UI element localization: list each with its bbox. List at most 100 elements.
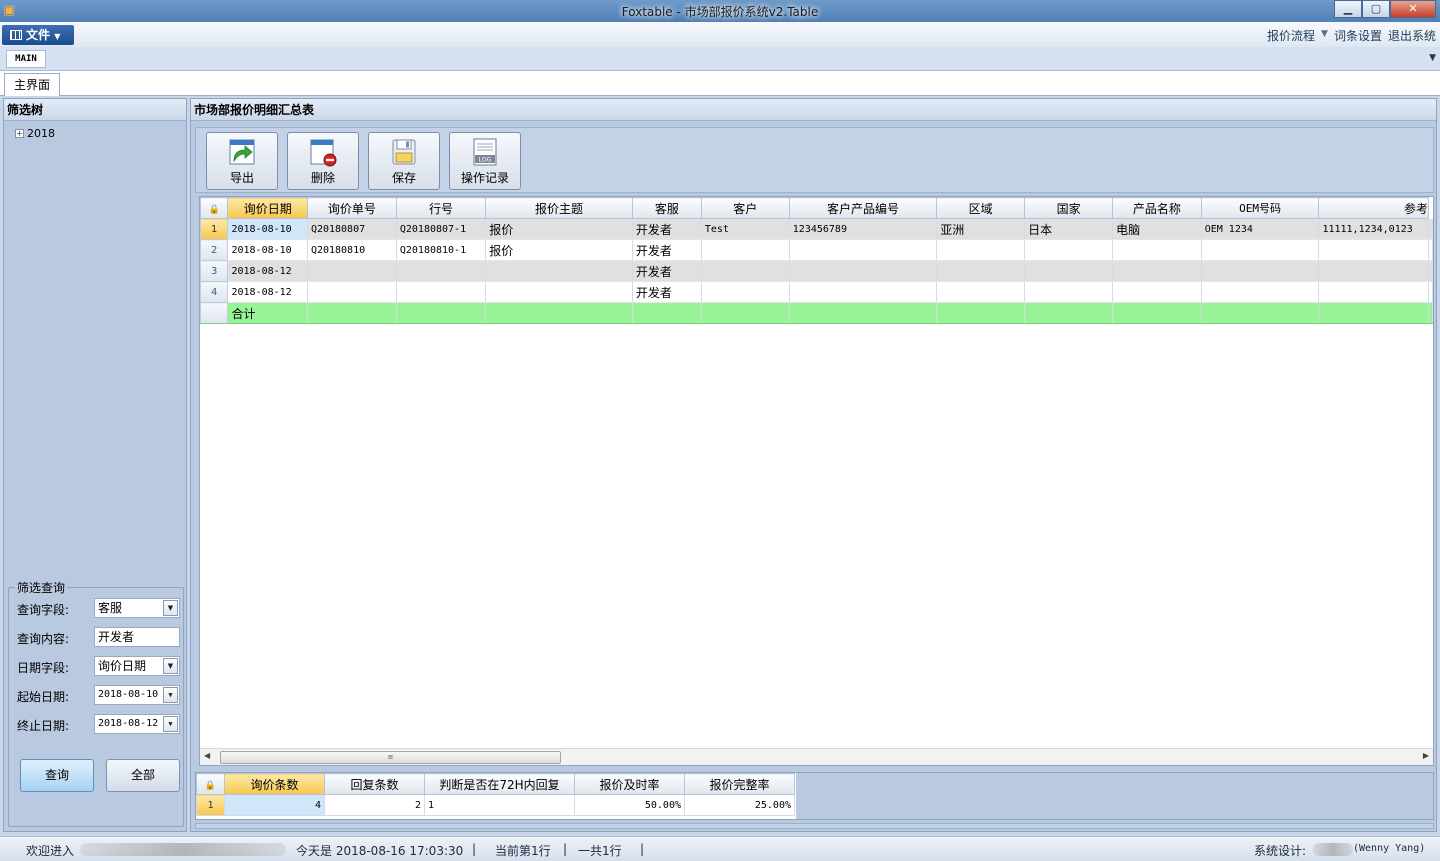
table-cell[interactable]: 开发者 <box>632 218 702 240</box>
column-header[interactable]: 参考 <box>1318 197 1429 219</box>
summary-column-header[interactable]: 报价完整率 <box>684 773 795 795</box>
table-cell[interactable] <box>1024 260 1114 282</box>
table-cell[interactable]: 123456789 <box>789 218 938 240</box>
column-header[interactable]: OEM号码 <box>1200 197 1320 219</box>
dropdown-arrow-icon[interactable]: ▼ <box>163 658 178 674</box>
quote-detail-grid[interactable]: 🔒 询价日期 询价单号 行号 报价主题 客服 客户 客户产品编号 区域 国家 产… <box>199 196 1434 766</box>
table-cell[interactable]: Q20180810 <box>307 239 397 261</box>
exit-system-link[interactable]: 退出系统 <box>1388 27 1436 44</box>
summary-column-header[interactable]: 询价条数 <box>224 773 325 795</box>
dropdown-arrow-icon[interactable]: ▼ <box>163 716 178 732</box>
table-cell[interactable] <box>701 239 790 261</box>
table-cell[interactable]: Test <box>701 218 790 240</box>
table-cell[interactable] <box>701 281 790 303</box>
date-field-select[interactable]: 询价日期 ▼ <box>94 656 180 676</box>
summary-grid[interactable]: 🔒 询价条数 回复条数 判断是否在72H内回复 报价及时率 报价完整率 1 4 … <box>195 772 1434 820</box>
maximize-button[interactable]: ▢ <box>1362 0 1390 18</box>
table-cell[interactable] <box>1112 239 1202 261</box>
column-header[interactable]: 产品名称 <box>1112 197 1202 219</box>
table-cell[interactable] <box>1318 281 1429 303</box>
lock-corner-icon[interactable]: 🔒 <box>196 773 225 795</box>
chevron-down-icon[interactable]: ▼ <box>1429 53 1436 63</box>
row-number[interactable]: 2 <box>200 239 229 261</box>
table-row[interactable]: 3 2018-08-12 开发者 <box>200 260 1433 282</box>
table-cell[interactable]: 2018-08-10 <box>227 218 308 240</box>
table-cell[interactable] <box>1318 260 1429 282</box>
table-cell[interactable]: 日本 <box>1024 218 1114 240</box>
scroll-left-icon[interactable]: ◀ <box>204 751 210 760</box>
query-button[interactable]: 查询 <box>20 759 94 792</box>
table-cell[interactable] <box>485 260 633 282</box>
chevron-down-icon[interactable]: ▼ <box>1321 27 1328 44</box>
quote-completeness-cell[interactable]: 25.00% <box>684 794 795 816</box>
show-all-button[interactable]: 全部 <box>106 759 180 792</box>
table-cell[interactable] <box>936 260 1026 282</box>
table-cell[interactable]: 11111,1234,0123 <box>1318 218 1429 240</box>
table-cell[interactable] <box>936 239 1026 261</box>
table-cell[interactable]: 2018-08-10 <box>227 239 308 261</box>
table-cell[interactable] <box>396 281 487 303</box>
minimize-button[interactable]: ▁ <box>1334 0 1362 18</box>
operation-log-button[interactable]: LOG 操作记录 <box>449 132 521 190</box>
table-row[interactable]: 4 2018-08-12 开发者 <box>200 281 1433 303</box>
table-row[interactable]: 2 2018-08-10 Q20180810 Q20180810-1 报价 开发者 <box>200 239 1433 261</box>
start-date-picker[interactable]: 2018-08-10 ▼ <box>94 685 180 705</box>
table-cell[interactable] <box>307 260 397 282</box>
table-cell[interactable] <box>789 260 938 282</box>
quote-flow-link[interactable]: 报价流程 <box>1267 27 1315 44</box>
dropdown-arrow-icon[interactable]: ▼ <box>163 687 178 703</box>
table-cell[interactable] <box>936 281 1026 303</box>
column-header[interactable]: 询价单号 <box>306 197 397 219</box>
close-button[interactable]: ✕ <box>1390 0 1436 18</box>
summary-column-header[interactable]: 判断是否在72H内回复 <box>424 773 575 795</box>
table-cell[interactable]: 报价 <box>485 239 633 261</box>
table-cell[interactable]: Q20180807 <box>307 218 397 240</box>
table-cell[interactable] <box>1201 281 1320 303</box>
row-number[interactable]: 3 <box>200 260 229 282</box>
scrollbar-thumb[interactable]: ≡ <box>220 751 561 764</box>
tab-main-interface[interactable]: 主界面 <box>4 73 60 96</box>
column-header[interactable]: 客户产品编号 <box>788 197 938 219</box>
table-cell[interactable] <box>1112 260 1202 282</box>
column-header[interactable]: 国家 <box>1024 197 1114 219</box>
table-cell[interactable]: 开发者 <box>632 281 702 303</box>
end-date-picker[interactable]: 2018-08-12 ▼ <box>94 714 180 734</box>
query-content-input[interactable]: 开发者 <box>94 627 180 647</box>
table-cell[interactable]: 报价 <box>485 218 633 240</box>
table-cell[interactable]: 开发者 <box>632 260 702 282</box>
table-cell[interactable]: Q20180810-1 <box>396 239 487 261</box>
tree-node-2018[interactable]: + 2018 <box>15 127 55 140</box>
summary-column-header[interactable]: 回复条数 <box>324 773 425 795</box>
column-header[interactable]: 客户 <box>700 197 790 219</box>
table-cell[interactable] <box>789 239 938 261</box>
column-header[interactable]: 客服 <box>631 197 702 219</box>
table-cell[interactable] <box>396 260 487 282</box>
term-settings-link[interactable]: 词条设置 <box>1334 27 1382 44</box>
reply-within-72h-cell[interactable]: 1 <box>424 794 575 816</box>
column-header[interactable]: 区域 <box>936 197 1026 219</box>
table-cell[interactable]: 开发者 <box>632 239 702 261</box>
table-cell[interactable] <box>1112 281 1202 303</box>
table-row[interactable]: 1 2018-08-10 Q20180807 Q20180807-1 报价 开发者 Test… <box>200 218 1433 240</box>
quote-timeliness-cell[interactable]: 50.00% <box>574 794 685 816</box>
table-cell[interactable] <box>307 281 397 303</box>
column-header[interactable]: 询价日期 <box>227 197 308 219</box>
reply-count-cell[interactable]: 2 <box>324 794 425 816</box>
table-cell[interactable] <box>701 260 790 282</box>
total-row[interactable]: 合计 <box>200 302 1433 324</box>
row-number[interactable]: 1 <box>196 794 225 816</box>
table-cell[interactable] <box>1024 239 1114 261</box>
dropdown-arrow-icon[interactable]: ▼ <box>163 600 178 616</box>
column-header[interactable]: 行号 <box>395 197 487 219</box>
table-cell[interactable] <box>1024 281 1114 303</box>
table-cell[interactable]: 2018-08-12 <box>227 281 308 303</box>
table-cell[interactable] <box>789 281 938 303</box>
row-number[interactable]: 4 <box>200 281 229 303</box>
table-cell[interactable] <box>1318 239 1429 261</box>
file-menu-button[interactable]: 文件 ▼ <box>2 25 74 45</box>
inquiry-count-cell[interactable]: 4 <box>224 794 325 816</box>
save-button[interactable]: 保存 <box>368 132 440 190</box>
ribbon-tab-main[interactable]: MAIN <box>6 50 46 68</box>
export-button[interactable]: 导出 <box>206 132 278 190</box>
row-number[interactable]: 1 <box>200 218 229 240</box>
